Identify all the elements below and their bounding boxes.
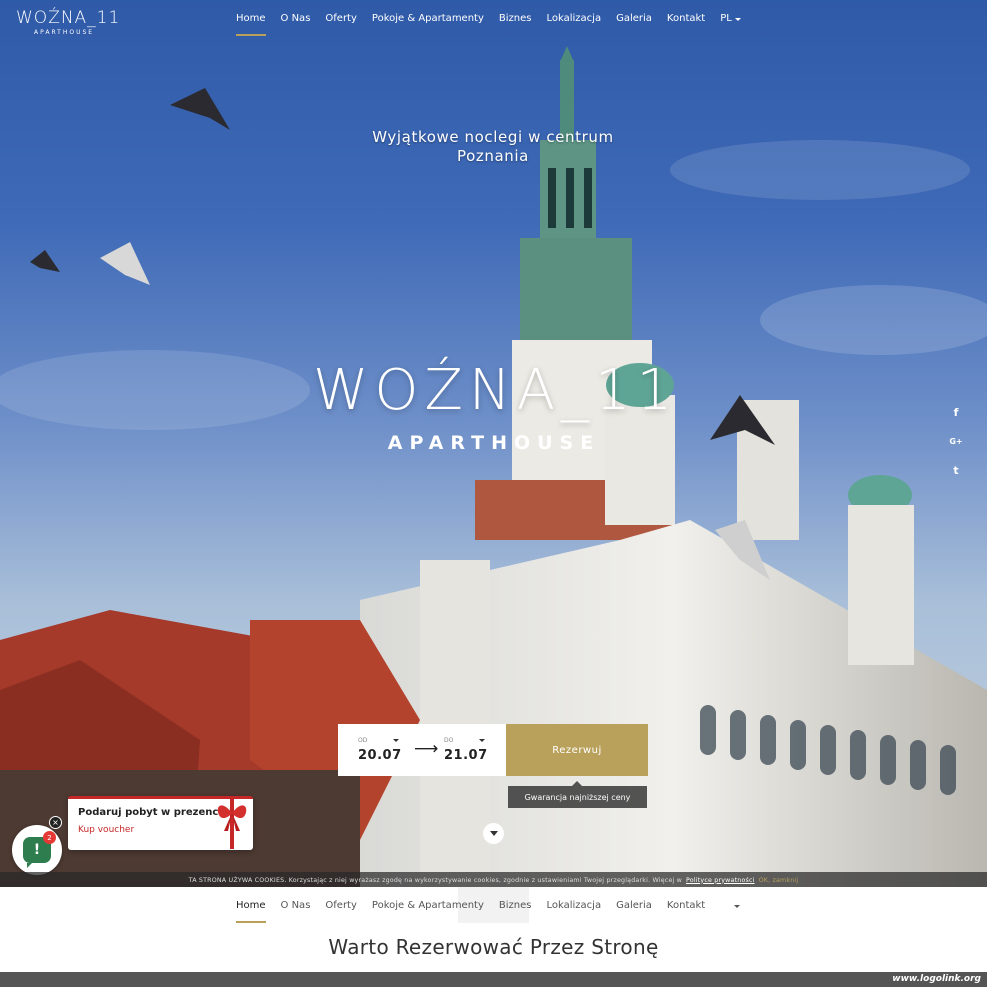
checkout-label: DO xyxy=(444,737,454,744)
scroll-down-button[interactable] xyxy=(483,823,504,844)
nav-galeria[interactable]: Galeria xyxy=(616,899,652,913)
header-logo-text: WOŹNA_11 xyxy=(16,8,121,28)
nav-galeria[interactable]: Galeria xyxy=(616,12,652,26)
gift-bow-icon xyxy=(217,797,247,849)
checkout-value: 21.07 xyxy=(444,748,488,763)
cookie-accept-button[interactable]: OK, zamknij xyxy=(759,877,799,884)
cookie-bar: TA STRONA UŻYWA COOKIES. Korzystając z n… xyxy=(0,872,987,887)
main-nav: Home O Nas Oferty Pokoje & Apartamenty B… xyxy=(236,12,741,36)
watermark: www.logolink.org xyxy=(892,974,981,984)
chevron-down-icon xyxy=(735,18,741,21)
social-links: f G+ t xyxy=(949,405,963,477)
facebook-icon[interactable]: f xyxy=(949,405,963,419)
close-icon[interactable]: × xyxy=(49,816,62,829)
arrow-right-icon: ⟶ xyxy=(414,739,439,759)
header-logo-subtitle: APARTHOUSE xyxy=(34,29,95,36)
nav-kontakt[interactable]: Kontakt xyxy=(667,12,705,26)
nav-o-nas[interactable]: O Nas xyxy=(281,12,311,26)
chat-widget-button[interactable]: ! 2 xyxy=(12,825,62,875)
hero-logo: WOŹNA_11 APARTHOUSE xyxy=(313,358,675,454)
google-plus-icon[interactable]: G+ xyxy=(949,434,963,448)
nav-home[interactable]: Home xyxy=(236,12,266,36)
hero-logo-text: WOŹNA_11 xyxy=(313,358,679,423)
reserve-button[interactable]: Rezerwuj xyxy=(506,724,648,776)
best-price-tooltip: Gwarancja najniższej ceny xyxy=(508,781,647,808)
nav-lokalizacja[interactable]: Lokalizacja xyxy=(546,12,601,26)
privacy-policy-link[interactable]: Polityce prywatności xyxy=(686,877,755,884)
hero-tagline-line2: Poznania xyxy=(457,147,529,165)
nav-o-nas[interactable]: O Nas xyxy=(281,899,311,913)
checkin-date-picker[interactable]: OD 20.07 xyxy=(338,724,422,776)
nav-lokalizacja[interactable]: Lokalizacja xyxy=(546,899,601,913)
nav-kontakt[interactable]: Kontakt xyxy=(667,899,705,913)
gift-voucher-popup: Podaruj pobyt w prezencie! Kup voucher xyxy=(68,796,253,850)
chevron-down-icon xyxy=(489,831,498,836)
language-label: PL xyxy=(720,13,732,24)
nav-pokoje[interactable]: Pokoje & Apartamenty xyxy=(372,899,484,913)
nav-pokoje[interactable]: Pokoje & Apartamenty xyxy=(372,12,484,26)
hero-tagline: Wyjątkowe noclegi w centrum Poznania xyxy=(343,128,643,166)
booking-widget: OD 20.07 ⟶ DO 21.07 Rezerwuj xyxy=(338,724,648,776)
language-selector[interactable]: PL xyxy=(720,12,741,26)
footer-strip xyxy=(0,972,987,987)
checkin-value: 20.07 xyxy=(358,748,402,763)
hero-logo-subtitle: APARTHOUSE xyxy=(387,432,601,454)
nav-oferty[interactable]: Oferty xyxy=(325,899,357,913)
chat-unread-badge: 2 xyxy=(43,831,56,844)
checkin-label: OD xyxy=(358,737,368,744)
nav-biznes[interactable]: Biznes xyxy=(499,12,532,26)
hero-section: WOŹNA_11 APARTHOUSE Home O Nas Oferty Po… xyxy=(0,0,987,887)
hero-tagline-line1: Wyjątkowe noclegi w centrum xyxy=(372,128,614,146)
sticky-nav: Home O Nas Oferty Pokoje & Apartamenty B… xyxy=(236,899,741,923)
nav-home[interactable]: Home xyxy=(236,899,266,923)
chevron-down-icon xyxy=(734,905,741,908)
nav-oferty[interactable]: Oferty xyxy=(325,12,357,26)
section-title: Warto Rezerwować Przez Stronę xyxy=(328,935,659,959)
header-logo[interactable]: WOŹNA_11 APARTHOUSE xyxy=(16,9,120,36)
twitter-icon[interactable]: t xyxy=(949,463,963,477)
nav-biznes[interactable]: Biznes xyxy=(499,899,532,913)
language-selector[interactable] xyxy=(734,899,741,913)
chevron-down-icon xyxy=(393,739,400,742)
cookie-text: TA STRONA UŻYWA COOKIES. Korzystając z n… xyxy=(188,876,683,884)
chevron-down-icon xyxy=(479,739,486,742)
